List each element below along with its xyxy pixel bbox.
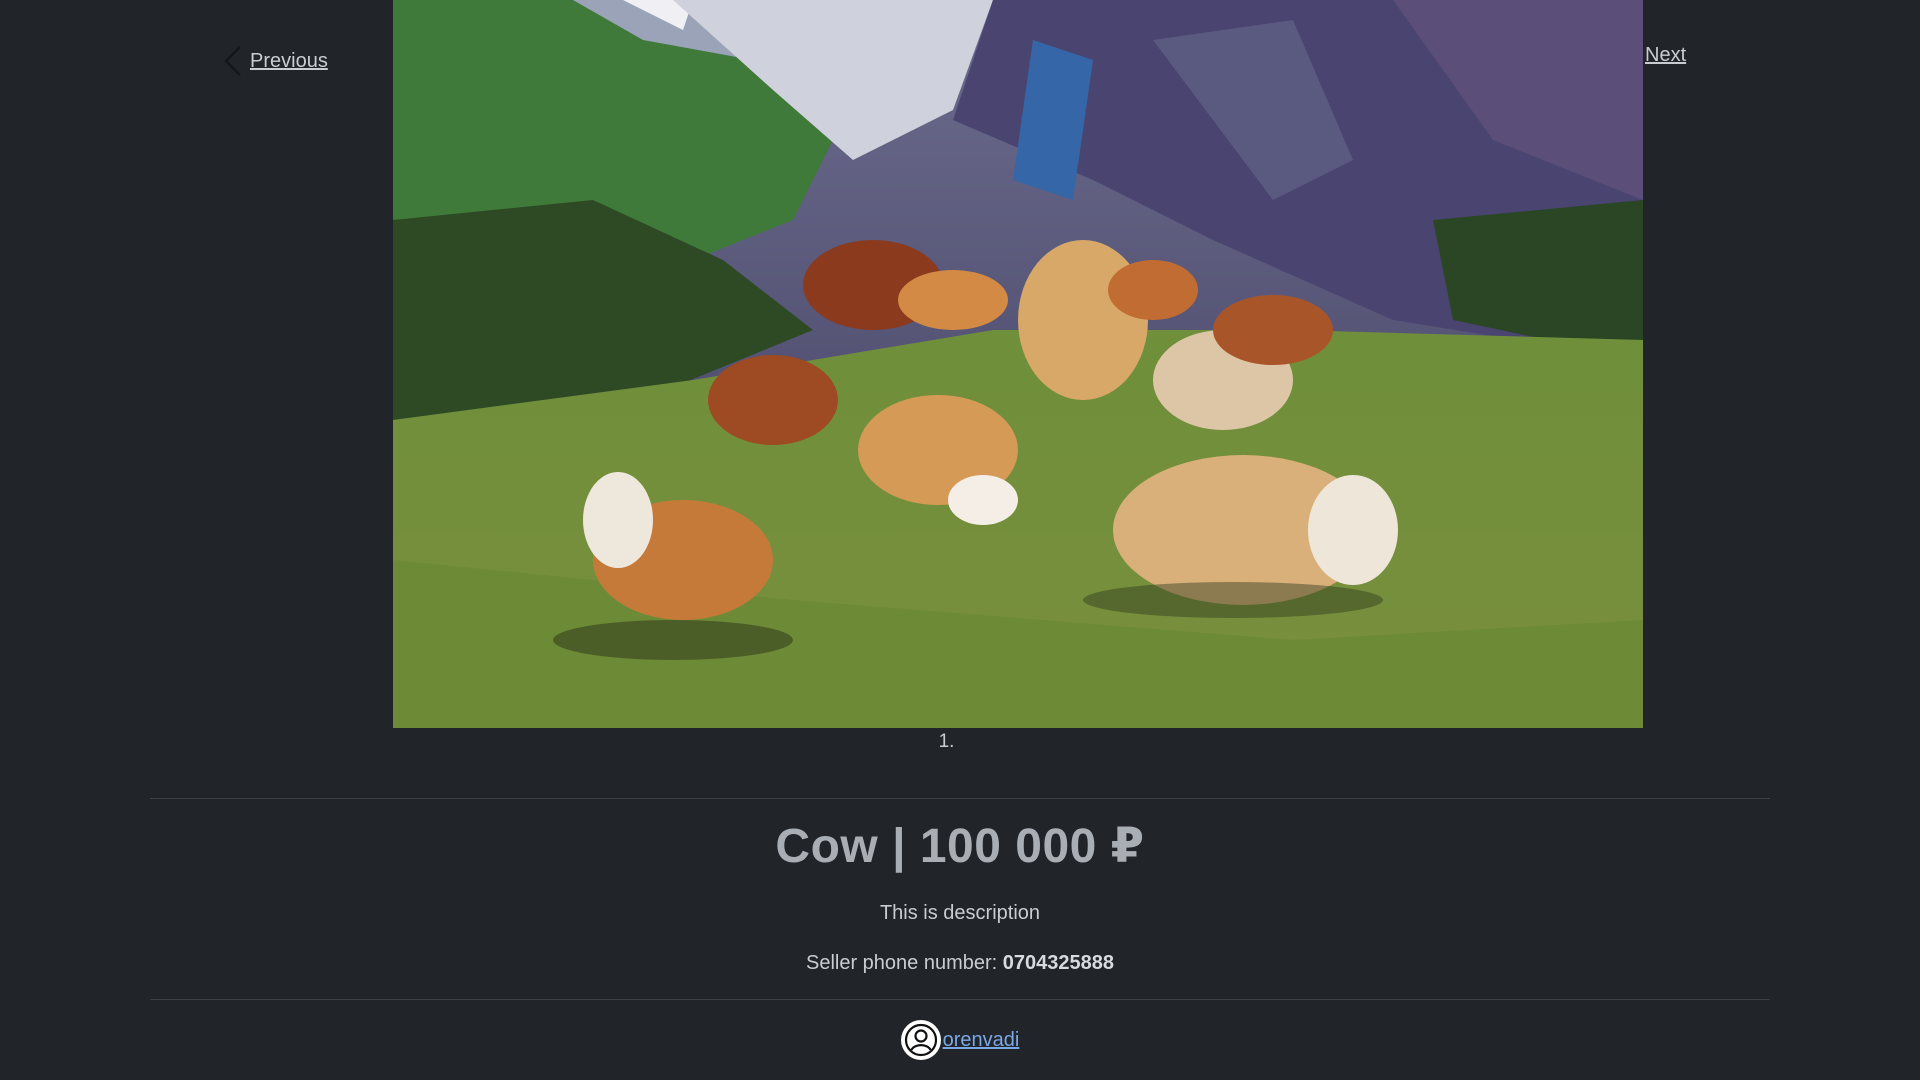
previous-label[interactable]: Previous (250, 50, 328, 73)
listing-title: Cow | 100 000 ₽ (775, 820, 1145, 873)
next-button[interactable]: Next (1645, 44, 1686, 67)
cows-photo (393, 0, 1643, 728)
next-label[interactable]: Next (1645, 44, 1686, 67)
divider-bottom (150, 999, 1770, 1000)
seller-username[interactable]: orenvadi (943, 1029, 1020, 1052)
divider-top (150, 798, 1770, 799)
phone-label: Seller phone number: (805, 952, 998, 974)
listing-photo (393, 0, 1643, 728)
listing-description: This is description (879, 902, 1041, 924)
slide-caption: 1. (938, 731, 955, 752)
seller-link[interactable]: orenvadi (0, 1020, 1920, 1060)
image-carousel: Previous Next 1. (0, 0, 1920, 760)
phone-number: 0704325888 (1002, 952, 1115, 974)
chevron-left-icon (224, 46, 241, 76)
previous-button[interactable]: Previous (222, 44, 328, 78)
seller-phone: Seller phone number: 0704325888 (0, 952, 1920, 975)
listing-page: Previous Next 1. Cow | 100 000 ₽ This is… (0, 0, 1920, 1080)
avatar[interactable] (900, 1020, 941, 1060)
user-circle-icon (904, 1023, 937, 1057)
